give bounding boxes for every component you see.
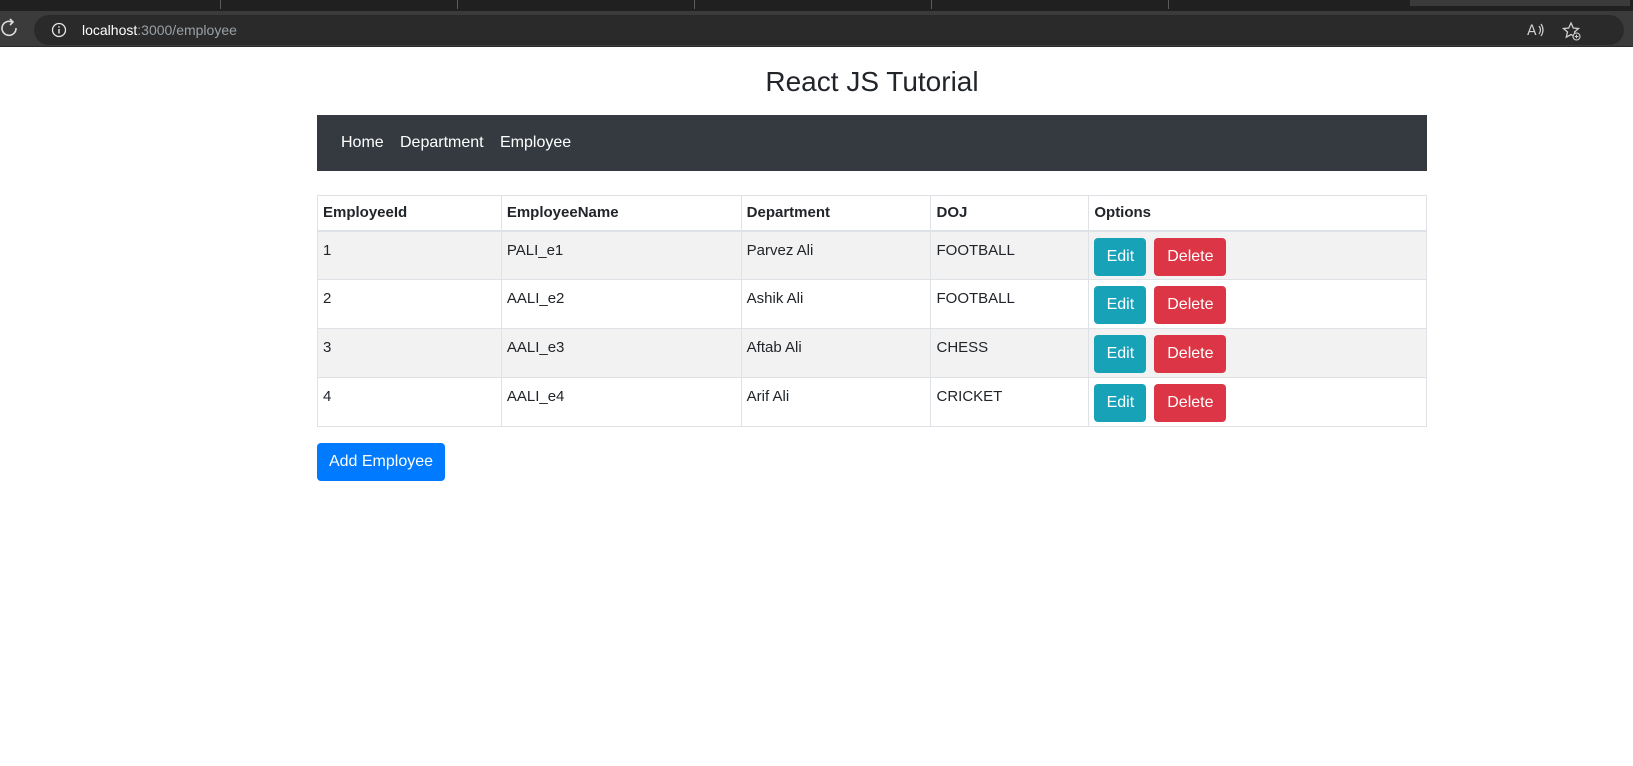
page-title: React JS Tutorial: [765, 66, 979, 97]
browser-toolbar: localhost:3000/employee A: [0, 11, 1633, 47]
cell-department: Parvez Ali: [740, 230, 932, 280]
delete-button[interactable]: Delete: [1154, 237, 1227, 276]
tab-separator: [457, 0, 458, 9]
cell-options: Edit Delete: [1088, 328, 1427, 378]
edit-button[interactable]: Edit: [1094, 335, 1147, 373]
cell-doj: CRICKET: [930, 377, 1090, 427]
tab-separator: [931, 0, 932, 9]
cell-options: Edit Delete: [1088, 279, 1427, 329]
header-employee-name: EmployeeName: [500, 195, 742, 232]
header-department: Department: [740, 195, 932, 232]
url-text: localhost:3000/employee: [82, 22, 237, 38]
address-bar[interactable]: localhost:3000/employee A: [34, 15, 1624, 45]
table-header-row: EmployeeId EmployeeName Department DOJ O…: [317, 195, 1427, 232]
cell-employee-name: PALI_e1: [500, 230, 742, 280]
cell-doj: FOOTBALL: [930, 279, 1090, 329]
cell-employee-id: 2: [317, 279, 502, 329]
cell-options: Edit Delete: [1088, 377, 1427, 427]
cell-department: Aftab Ali: [740, 328, 932, 378]
cell-doj: CHESS: [930, 328, 1090, 378]
main-navbar: Home Department Employee: [317, 115, 1427, 171]
cell-employee-id: 1: [317, 230, 502, 280]
tab-separator: [694, 0, 695, 9]
delete-button[interactable]: Delete: [1154, 335, 1227, 373]
nav-link-home[interactable]: Home: [341, 134, 384, 152]
browser-tab-active[interactable]: [1410, 0, 1630, 6]
cell-doj: FOOTBALL: [930, 230, 1090, 280]
delete-button[interactable]: Delete: [1154, 286, 1227, 324]
edit-button[interactable]: Edit: [1094, 286, 1147, 324]
favorite-star-icon[interactable]: [1561, 21, 1581, 41]
employee-table: EmployeeId EmployeeName Department DOJ O…: [317, 195, 1427, 427]
table-row: 2 AALI_e2 Ashik Ali FOOTBALL Edit Delete: [317, 279, 1427, 329]
cell-employee-name: AALI_e4: [500, 377, 742, 427]
cell-options: Edit Delete: [1088, 230, 1427, 280]
cell-department: Arif Ali: [740, 377, 932, 427]
reload-icon[interactable]: [0, 18, 20, 38]
cell-employee-name: AALI_e3: [500, 328, 742, 378]
nav-link-department[interactable]: Department: [400, 134, 484, 152]
cell-employee-id: 3: [317, 328, 502, 378]
read-aloud-icon[interactable]: A: [1526, 21, 1546, 39]
delete-button[interactable]: Delete: [1154, 384, 1227, 422]
url-host: localhost: [82, 22, 138, 38]
url-path: :3000/employee: [137, 22, 237, 38]
header-employee-id: EmployeeId: [317, 195, 502, 232]
nav-link-employee[interactable]: Employee: [500, 134, 571, 152]
svg-text:A: A: [1527, 23, 1537, 39]
site-info-icon[interactable]: [51, 22, 67, 38]
add-employee-button[interactable]: Add Employee: [317, 443, 445, 481]
cell-employee-name: AALI_e2: [500, 279, 742, 329]
cell-department: Ashik Ali: [740, 279, 932, 329]
table-row: 3 AALI_e3 Aftab Ali CHESS Edit Delete: [317, 328, 1427, 378]
edit-button[interactable]: Edit: [1094, 237, 1147, 276]
header-doj: DOJ: [930, 195, 1090, 232]
table-row: 1 PALI_e1 Parvez Ali FOOTBALL Edit Delete: [317, 230, 1427, 280]
tab-separator: [220, 0, 221, 9]
browser-tab-strip: [0, 0, 1633, 11]
cell-employee-id: 4: [317, 377, 502, 427]
table-row: 4 AALI_e4 Arif Ali CRICKET Edit Delete: [317, 377, 1427, 427]
tab-separator: [1168, 0, 1169, 9]
edit-button[interactable]: Edit: [1094, 384, 1147, 422]
header-options: Options: [1088, 195, 1427, 232]
